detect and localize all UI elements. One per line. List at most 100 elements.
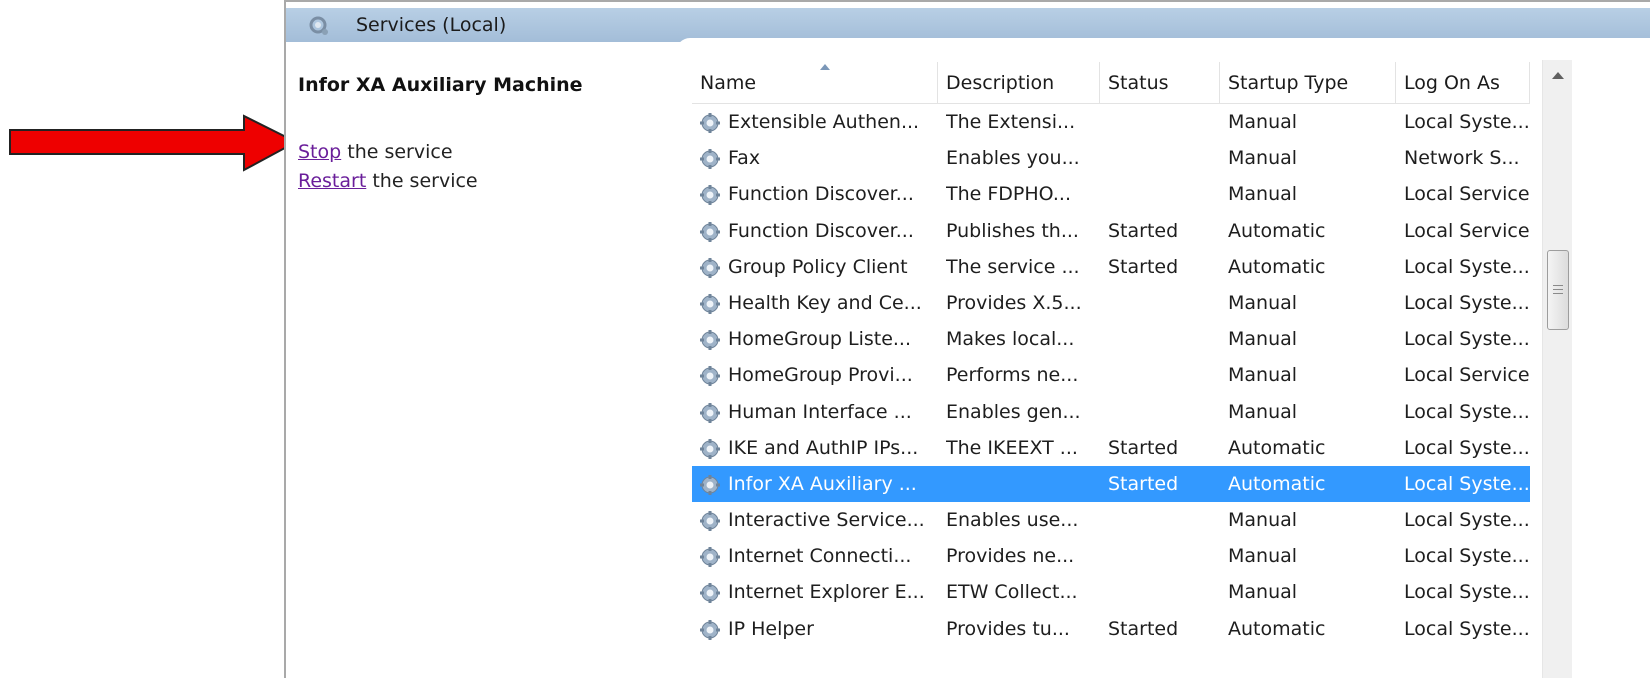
table-row[interactable]: Extensible Authen... The Extensi... Manual…	[692, 104, 1530, 140]
cell-startup-type: Automatic	[1228, 472, 1326, 495]
service-actions: Stop the service Restart the service	[298, 138, 678, 196]
gear-icon	[698, 183, 722, 207]
services-table: Name Description Status Startup Type Log…	[692, 62, 1530, 647]
cell-startup-type: Manual	[1228, 364, 1298, 387]
right-pane-edge	[676, 38, 1650, 58]
cell-description: Publishes th...	[946, 219, 1079, 242]
cell-startup-type: Manual	[1228, 111, 1298, 133]
header-bar: Services (Local)	[286, 8, 1650, 42]
cell-description: The service ...	[946, 255, 1080, 278]
cell-description: Enables use...	[946, 509, 1079, 532]
cell-name: Fax	[728, 147, 761, 170]
gear-icon	[698, 581, 722, 605]
column-header-name[interactable]: Name	[692, 62, 938, 104]
scroll-up-icon[interactable]	[1552, 72, 1564, 79]
table-row[interactable]: Function Discover... The FDPHO... Manual Lo…	[692, 176, 1530, 212]
cell-description: Provides X.5...	[946, 291, 1082, 314]
cell-log-on-as: Local Syste...	[1404, 436, 1530, 459]
table-row[interactable]: Internet Connecti... Provides ne... Manual…	[692, 538, 1530, 574]
restart-service-link[interactable]: Restart	[298, 170, 366, 192]
scroll-thumb[interactable]	[1547, 250, 1569, 330]
cell-description: Enables gen...	[946, 400, 1081, 423]
stop-suffix: the service	[341, 141, 453, 163]
cell-log-on-as: Local Syste...	[1404, 509, 1530, 532]
table-row[interactable]: IP Helper Provides tu... Started Automatic L…	[692, 611, 1530, 647]
cell-log-on-as: Local Syste...	[1404, 617, 1530, 640]
table-row[interactable]: HomeGroup Provi... Performs ne... Manual Lo…	[692, 357, 1530, 393]
gear-icon	[698, 545, 722, 569]
service-details-pane: Infor XA Auxiliary Machine Stop the serv…	[298, 74, 678, 196]
column-header-status[interactable]: Status	[1100, 62, 1220, 104]
sort-ascending-icon	[820, 64, 830, 70]
gear-icon	[698, 220, 722, 244]
cell-status: Started	[1108, 617, 1179, 640]
table-row[interactable]: HomeGroup Liste... Makes local... Manual Lo…	[692, 321, 1530, 357]
table-row[interactable]: Internet Explorer E... ETW Collect... Manu…	[692, 574, 1530, 610]
cell-name: IP Helper	[728, 617, 814, 640]
cell-log-on-as: Local Syste...	[1404, 581, 1530, 604]
page-title: Services (Local)	[356, 14, 507, 36]
cell-description: Makes local...	[946, 328, 1075, 351]
stop-action: Stop the service	[298, 138, 678, 167]
table-row[interactable]: Function Discover... Publishes th... Start…	[692, 213, 1530, 249]
cell-log-on-as: Local Syste...	[1404, 255, 1530, 278]
cell-startup-type: Manual	[1228, 545, 1298, 568]
cell-name: Extensible Authen...	[728, 111, 920, 133]
cell-status: Started	[1108, 219, 1179, 242]
gear-icon	[698, 147, 722, 171]
cell-startup-type: Manual	[1228, 147, 1298, 170]
restart-suffix: the service	[366, 170, 478, 192]
cell-startup-type: Manual	[1228, 400, 1298, 423]
cell-name: HomeGroup Liste...	[728, 328, 912, 351]
cell-log-on-as: Local Syste...	[1404, 472, 1530, 495]
column-header-description[interactable]: Description	[938, 62, 1100, 104]
column-header-startup-type[interactable]: Startup Type	[1220, 62, 1396, 104]
cell-log-on-as: Local Service	[1404, 183, 1530, 206]
cell-startup-type: Automatic	[1228, 617, 1326, 640]
services-list: Extensible Authen... The Extensi... Manual…	[692, 104, 1530, 647]
cell-name: Human Interface ...	[728, 400, 912, 423]
cell-log-on-as: Local Syste...	[1404, 328, 1530, 351]
cell-name: Function Discover...	[728, 219, 914, 242]
cell-description: Enables you...	[946, 147, 1080, 170]
table-row[interactable]: Group Policy Client The service ... Starte…	[692, 249, 1530, 285]
table-row[interactable]: Infor XA Auxiliary ... Started Automatic Lo…	[692, 465, 1530, 503]
table-row[interactable]: Fax Enables you... Manual Network S...	[692, 140, 1530, 176]
cell-description: The IKEEXT ...	[946, 436, 1078, 459]
grip-line	[1553, 293, 1563, 294]
cell-log-on-as: Local Syste...	[1404, 545, 1530, 568]
gear-icon	[698, 328, 722, 352]
vertical-scrollbar[interactable]	[1542, 60, 1572, 678]
cell-name: Infor XA Auxiliary ...	[728, 472, 917, 495]
cell-name: Interactive Service...	[728, 509, 925, 532]
selected-service-title: Infor XA Auxiliary Machine	[298, 74, 583, 96]
stop-service-link[interactable]: Stop	[298, 141, 341, 163]
services-icon	[309, 16, 328, 35]
cell-log-on-as: Network S...	[1404, 147, 1520, 170]
table-row[interactable]: Health Key and Ce... Provides X.5... Manua…	[692, 285, 1530, 321]
table-row[interactable]: Human Interface ... Enables gen... Manual L…	[692, 394, 1530, 430]
cell-log-on-as: Local Syste...	[1404, 400, 1530, 423]
cell-name: Internet Explorer E...	[728, 581, 925, 604]
restart-action: Restart the service	[298, 167, 678, 196]
cell-status: Started	[1108, 472, 1179, 495]
cell-log-on-as: Local Service	[1404, 219, 1530, 242]
services-window: Services (Local) Infor XA Auxiliary Mach…	[284, 0, 1650, 678]
table-row[interactable]: Interactive Service... Enables use... Manu…	[692, 502, 1530, 538]
cell-startup-type: Manual	[1228, 328, 1298, 351]
cell-status: Started	[1108, 255, 1179, 278]
gear-icon	[698, 364, 722, 388]
cell-description: Provides ne...	[946, 545, 1075, 568]
cell-name: Health Key and Ce...	[728, 291, 922, 314]
cell-startup-type: Manual	[1228, 581, 1298, 604]
column-header-log-on-as[interactable]: Log On As	[1396, 62, 1530, 104]
grip-line	[1553, 285, 1563, 286]
cell-startup-type: Automatic	[1228, 436, 1326, 459]
gear-icon	[698, 292, 722, 316]
column-header-row: Name Description Status Startup Type Log…	[692, 62, 1530, 104]
cell-description: Provides tu...	[946, 617, 1070, 640]
table-row[interactable]: IKE and AuthIP IPs... The IKEEXT ... Start…	[692, 430, 1530, 466]
gear-icon	[698, 509, 722, 533]
cell-name: Internet Connecti...	[728, 545, 912, 568]
cell-description: ETW Collect...	[946, 581, 1078, 604]
